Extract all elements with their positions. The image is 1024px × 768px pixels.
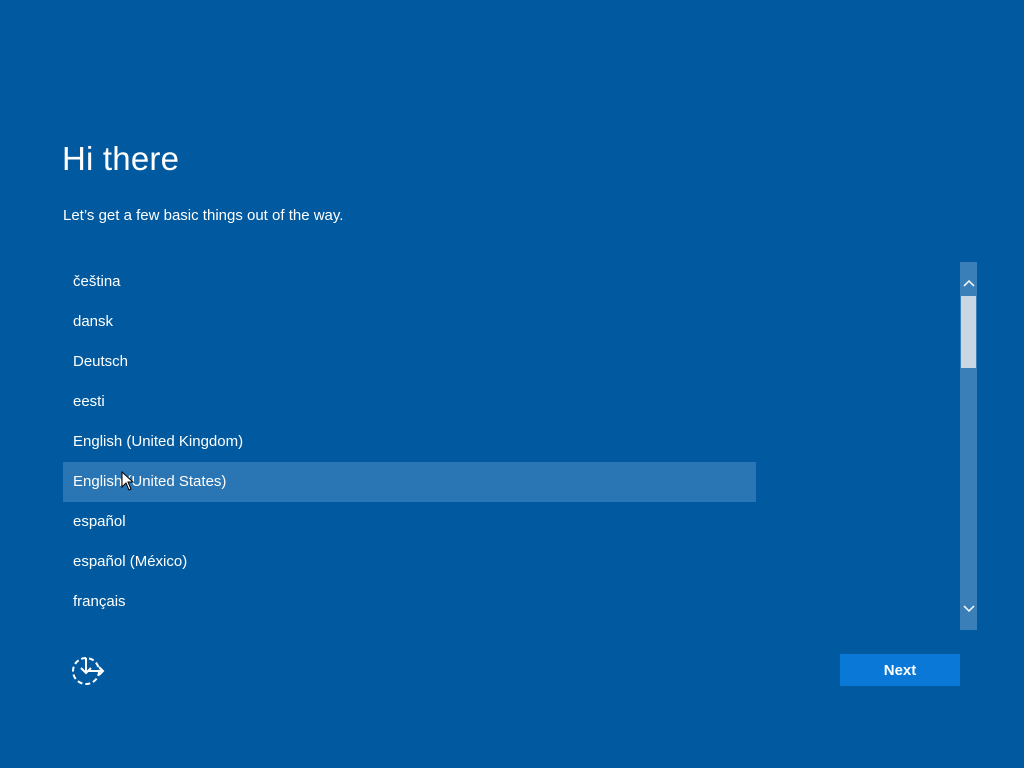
- language-item[interactable]: Deutsch: [63, 342, 756, 382]
- language-item-selected[interactable]: English (United States): [63, 462, 756, 502]
- language-item[interactable]: English (United Kingdom): [63, 422, 756, 462]
- language-list[interactable]: čeština dansk Deutsch eesti English (Uni…: [63, 262, 756, 630]
- language-item[interactable]: dansk: [63, 302, 756, 342]
- ease-of-access-icon[interactable]: [70, 654, 106, 688]
- language-item[interactable]: français: [63, 582, 756, 622]
- page-title: Hi there: [62, 140, 180, 177]
- chevron-up-icon[interactable]: [960, 272, 977, 294]
- language-item[interactable]: čeština: [63, 262, 756, 302]
- page-subtitle: Let’s get a few basic things out of the …: [63, 207, 344, 224]
- language-item[interactable]: eesti: [63, 382, 756, 422]
- scrollbar-thumb[interactable]: [961, 296, 976, 368]
- chevron-down-icon[interactable]: [960, 598, 977, 620]
- language-item[interactable]: español (México): [63, 542, 756, 582]
- language-item[interactable]: español: [63, 502, 756, 542]
- setup-screen: Hi there Let’s get a few basic things ou…: [0, 0, 1024, 768]
- next-button[interactable]: Next: [840, 654, 960, 686]
- language-list-scrollbar[interactable]: [960, 262, 977, 630]
